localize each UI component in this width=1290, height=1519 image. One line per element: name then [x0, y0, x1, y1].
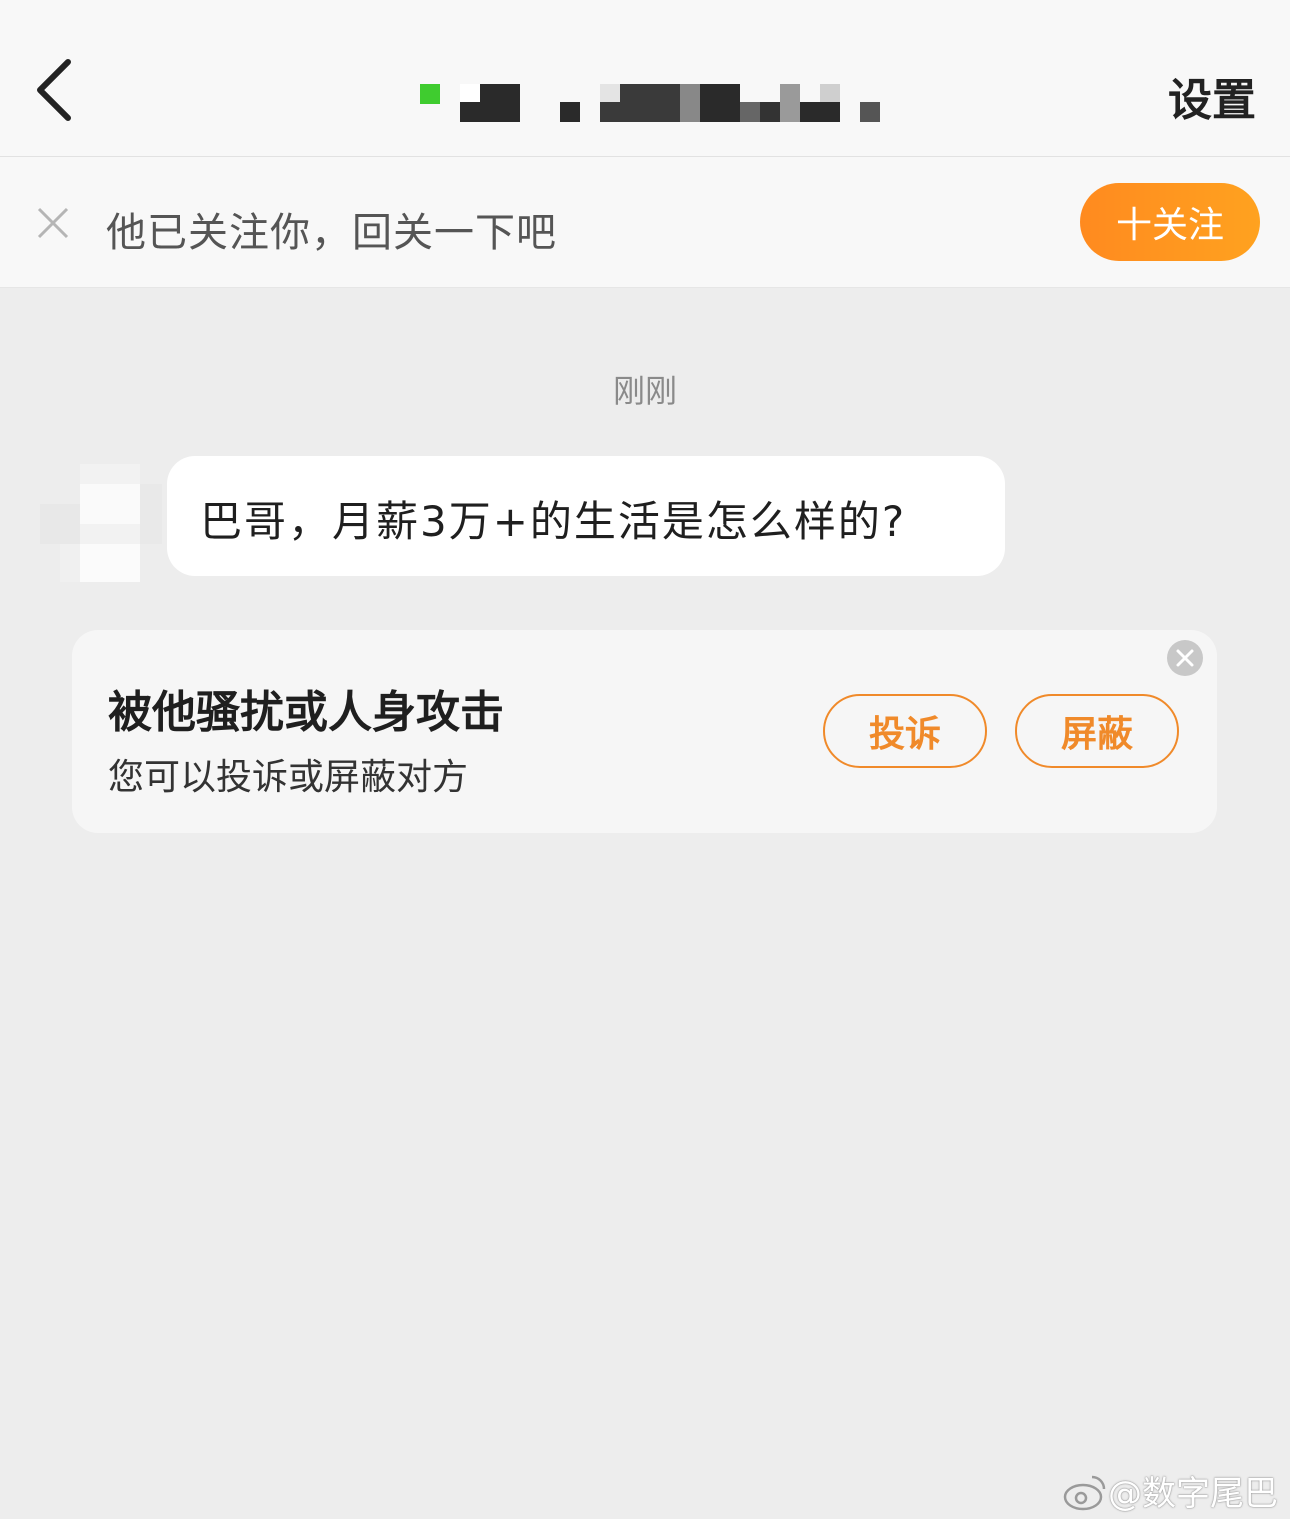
message-timestamp: 刚刚 — [612, 372, 677, 410]
close-card-button[interactable] — [1167, 640, 1203, 676]
block-button[interactable]: 屏蔽 — [1015, 694, 1179, 768]
card-title: 被他骚扰或人身攻击 — [108, 687, 504, 738]
settings-button[interactable]: 设置 — [1168, 64, 1256, 128]
weibo-logo-icon — [1063, 1475, 1106, 1511]
watermark-text: @数字尾巴 — [1108, 1474, 1278, 1514]
follow-back-message: 他已关注你，回关一下吧 — [106, 210, 557, 256]
watermark: @数字尾巴 — [1062, 1466, 1278, 1515]
close-icon — [37, 207, 69, 239]
dismiss-banner-button[interactable] — [36, 206, 70, 240]
avatar[interactable] — [40, 460, 162, 582]
message-text: 巴哥，月薪3万+的生活是怎么样的? — [200, 497, 907, 546]
online-status-dot — [420, 84, 440, 104]
navigation-bar — [0, 0, 1290, 157]
back-button[interactable] — [30, 52, 90, 128]
report-button[interactable]: 投诉 — [823, 694, 987, 768]
follow-button[interactable]: 十关注 — [1080, 183, 1260, 261]
close-icon — [1176, 649, 1194, 667]
pixelated-username — [415, 80, 885, 124]
card-subtitle: 您可以投诉或屏蔽对方 — [108, 757, 469, 798]
chevron-left-icon — [37, 59, 71, 121]
